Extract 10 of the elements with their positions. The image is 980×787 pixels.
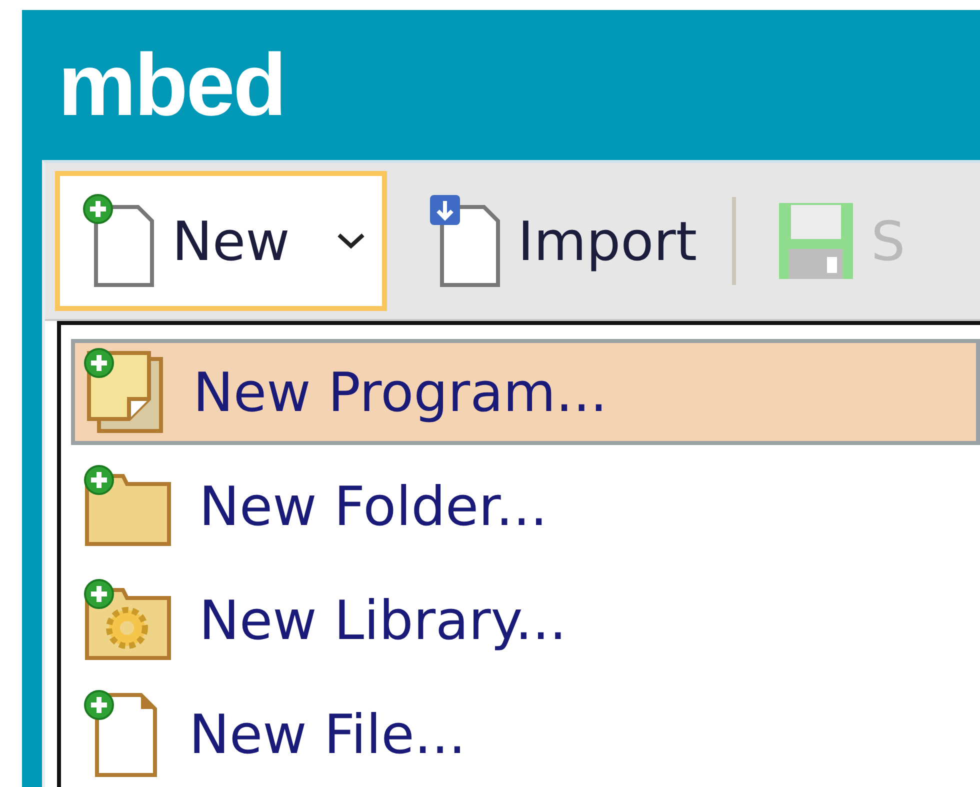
logo: mbed bbox=[57, 34, 286, 136]
chevron-down-icon bbox=[336, 232, 366, 250]
menu-item[interactable]: New Program... bbox=[71, 339, 980, 445]
import-file-icon bbox=[428, 193, 502, 289]
import-button[interactable]: Import bbox=[400, 171, 718, 311]
save-icon bbox=[777, 201, 856, 281]
new-button[interactable]: New bbox=[55, 171, 387, 311]
library-folder-icon bbox=[83, 578, 173, 662]
folder-icon bbox=[83, 464, 173, 548]
new-file-icon bbox=[82, 193, 156, 289]
